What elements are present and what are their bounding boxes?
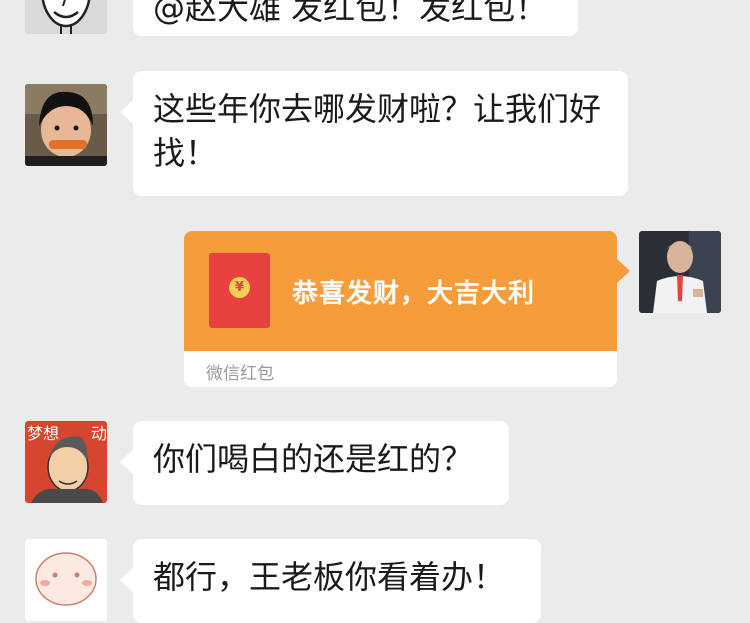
avatar-text: 梦想	[27, 424, 59, 443]
red-packet-label: 微信红包	[206, 364, 274, 384]
avatar-text-2: 动	[91, 424, 107, 443]
man-white-shirt-avatar[interactable]	[639, 231, 721, 313]
message-text: 都行，王老板你看着办！	[153, 558, 506, 596]
bunny-cartoon-avatar[interactable]	[25, 539, 107, 621]
child-eating-avatar[interactable]	[25, 84, 107, 166]
red-packet-title: 恭喜发财，大吉大利	[292, 279, 536, 309]
message-bubble[interactable]: @赵大雄 发红包！发红包！	[133, 0, 578, 36]
message-bubble[interactable]: 都行，王老板你看着办！	[120, 539, 541, 623]
red-packet-top: ¥ 恭喜发财，大吉大利	[184, 231, 630, 351]
red-envelope-icon: ¥	[209, 253, 270, 328]
message-bubble[interactable]: 你们喝白的还是红的？	[120, 421, 509, 505]
message-bubble[interactable]: 这些年你去哪发财啦？让我们好找！	[120, 71, 628, 196]
coin-icon: ¥	[229, 277, 250, 298]
message-text: 你们喝白的还是红的？	[153, 440, 474, 478]
red-packet-footer: 微信红包	[184, 351, 617, 387]
red-packet-card[interactable]: ¥ 恭喜发财，大吉大利 微信红包	[184, 231, 630, 387]
mengxiang-cartoon-avatar[interactable]: 梦想 动	[25, 421, 107, 503]
man-cartoon-avatar[interactable]	[25, 0, 107, 34]
message-text: 这些年你去哪发财啦？让我们好找！	[153, 90, 602, 172]
message-text: @赵大雄 发红包！发红包！	[153, 0, 548, 27]
